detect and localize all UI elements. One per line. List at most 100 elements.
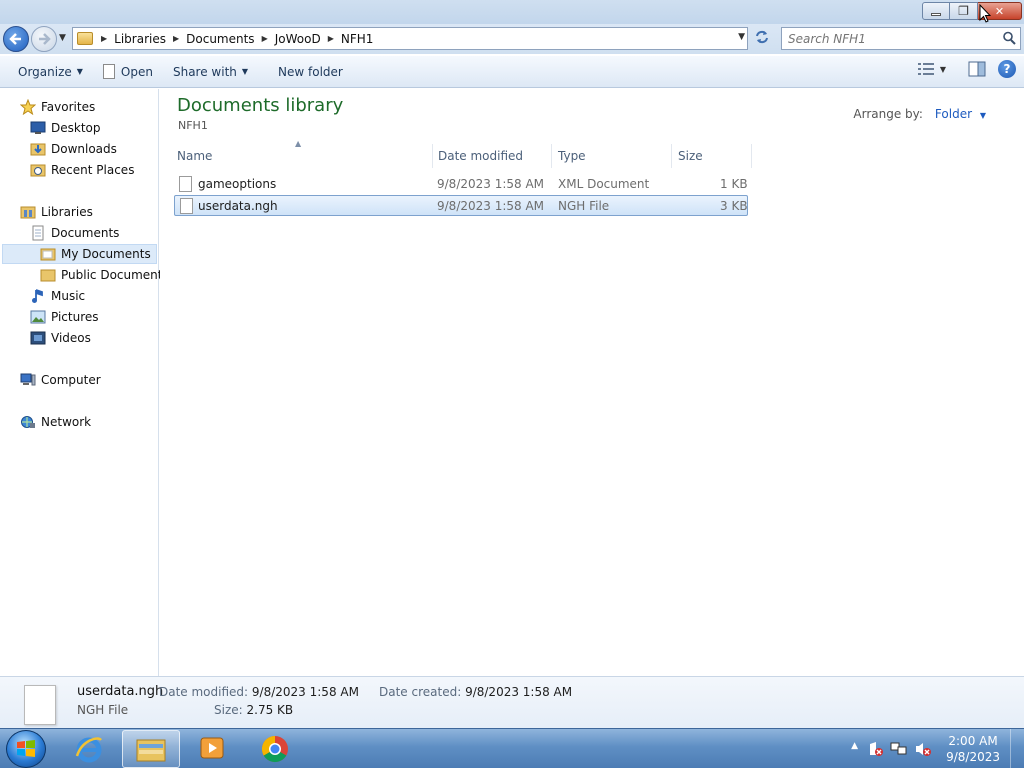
folder-icon — [77, 32, 93, 45]
chevron-down-icon[interactable]: ▼ — [738, 32, 745, 42]
file-date: 9/8/2023 1:58 AM — [437, 199, 545, 213]
breadcrumb-documents[interactable]: Documents — [186, 32, 254, 46]
taskbar-media-player[interactable] — [184, 730, 242, 768]
share-with-button[interactable]: Share with ▼ — [163, 60, 258, 84]
file-type: XML Document — [558, 177, 650, 191]
nav-my-documents[interactable]: My Documents — [2, 244, 157, 264]
nav-recent-places[interactable]: Recent Places — [30, 160, 134, 180]
close-icon: ✕ — [994, 4, 1005, 18]
column-header-size[interactable]: Size — [672, 144, 752, 168]
nav-documents[interactable]: Documents — [30, 223, 119, 243]
nav-videos[interactable]: Videos — [30, 328, 91, 348]
breadcrumb-nfh1[interactable]: NFH1 — [341, 32, 374, 46]
clock[interactable]: 2:00 AM 9/8/2023 — [946, 733, 1000, 765]
search-input[interactable] — [788, 28, 998, 49]
search-box[interactable] — [781, 27, 1021, 50]
file-row-selected[interactable]: userdata.ngh 9/8/2023 1:58 AM NGH File 3… — [174, 195, 748, 216]
nav-label: Public Documents — [61, 268, 169, 282]
taskbar-internet-explorer[interactable] — [60, 730, 118, 768]
show-hidden-icons-icon[interactable]: ▲ — [851, 741, 858, 751]
file-size: 1 KB — [720, 177, 748, 191]
action-center-icon[interactable] — [868, 741, 884, 757]
details-size: Size: 2.75 KB — [214, 703, 293, 717]
nav-desktop[interactable]: Desktop — [30, 118, 101, 138]
details-label: Date modified: — [159, 685, 249, 699]
minimize-button[interactable] — [922, 2, 950, 20]
breadcrumb-libraries[interactable]: Libraries — [114, 32, 166, 46]
refresh-button[interactable] — [751, 29, 773, 49]
minimize-icon — [931, 12, 941, 16]
clock-time: 2:00 AM — [948, 734, 998, 748]
column-header-label: Name — [177, 149, 213, 163]
arrange-by-dropdown[interactable]: Folder ▼ — [935, 107, 986, 121]
title-bar: ❐ ✕ — [0, 0, 1024, 24]
column-header-date-modified[interactable]: Date modified — [432, 144, 552, 168]
computer-icon — [20, 372, 36, 388]
change-view-button[interactable]: ▼ — [917, 63, 946, 75]
nav-label: Pictures — [51, 310, 99, 324]
network-tray-icon[interactable] — [890, 741, 908, 757]
open-button[interactable]: Open — [93, 60, 163, 84]
nav-favorites[interactable]: Favorites — [20, 97, 95, 117]
recent-pages-dropdown[interactable]: ▼ — [59, 33, 69, 45]
file-thumbnail-icon — [24, 685, 56, 725]
volume-muted-icon[interactable] — [914, 741, 932, 757]
start-button[interactable] — [6, 730, 46, 768]
taskbar-windows-explorer[interactable] — [122, 730, 180, 768]
nav-label: Music — [51, 289, 86, 303]
restore-button[interactable]: ❐ — [950, 2, 978, 20]
back-button[interactable] — [3, 26, 29, 52]
nav-music[interactable]: Music — [30, 286, 85, 306]
nav-public-documents[interactable]: Public Documents — [40, 265, 169, 285]
nav-network[interactable]: Network — [20, 412, 91, 432]
search-icon[interactable] — [1002, 31, 1016, 45]
back-arrow-icon — [9, 33, 21, 45]
folder-icon — [40, 246, 56, 262]
nav-label: Favorites — [41, 100, 96, 114]
forward-button[interactable] — [31, 26, 57, 52]
chevron-right-icon[interactable]: ▶ — [173, 34, 179, 43]
xml-file-icon — [179, 176, 192, 192]
chevron-down-icon: ▼ — [979, 111, 986, 120]
help-icon[interactable]: ? — [998, 60, 1016, 78]
nav-pictures[interactable]: Pictures — [30, 307, 99, 327]
chevron-down-icon: ▼ — [939, 64, 946, 74]
details-date-created: Date created: 9/8/2023 1:58 AM — [379, 685, 572, 699]
details-date-modified: Date modified: 9/8/2023 1:58 AM — [159, 685, 359, 699]
taskbar-chrome[interactable] — [246, 730, 304, 768]
preview-pane-icon[interactable] — [968, 61, 986, 77]
nav-libraries[interactable]: Libraries — [20, 202, 93, 222]
view-controls: ▼ ? — [917, 60, 1016, 78]
arrange-by-value: Folder — [934, 107, 973, 121]
nav-label: Desktop — [51, 121, 101, 135]
details-file-name: userdata.ngh — [77, 684, 164, 699]
arrange-by-label: Arrange by: — [853, 107, 923, 121]
taskbar: ▲ 2:00 AM 9/8/2023 — [0, 728, 1024, 768]
details-view-icon — [917, 63, 934, 75]
nav-label: Documents — [51, 226, 120, 240]
command-bar: Organize ▼ Open Share with ▼ New folder … — [0, 56, 1024, 88]
chevron-right-icon: ▶ — [101, 34, 108, 43]
chevron-right-icon[interactable]: ▶ — [328, 34, 334, 43]
file-row[interactable]: gameoptions 9/8/2023 1:58 AM XML Documen… — [174, 174, 748, 195]
address-bar[interactable]: ▶ Libraries ▶ Documents ▶ JoWooD ▶ NFH1 … — [72, 27, 748, 50]
chevron-right-icon[interactable]: ▶ — [262, 34, 268, 43]
new-folder-button[interactable]: New folder — [268, 60, 353, 84]
column-header-label: Type — [558, 149, 586, 163]
open-label: Open — [120, 64, 153, 79]
column-header-name[interactable]: Name — [171, 144, 433, 168]
nav-label: Network — [41, 415, 92, 429]
details-value: 9/8/2023 1:58 AM — [251, 685, 359, 699]
file-type: NGH File — [558, 199, 610, 213]
media-player-icon — [200, 737, 224, 759]
nav-computer[interactable]: Computer — [20, 370, 101, 390]
nav-downloads[interactable]: Downloads — [30, 139, 117, 159]
breadcrumb-jowood[interactable]: JoWooD — [275, 32, 321, 46]
mouse-cursor-icon — [979, 4, 991, 23]
details-pane: userdata.ngh NGH File Date modified: 9/8… — [0, 676, 1024, 728]
column-header-type[interactable]: Type — [552, 144, 672, 168]
organize-button[interactable]: Organize ▼ — [8, 60, 93, 84]
file-size: 3 KB — [720, 199, 748, 213]
music-icon — [30, 288, 46, 304]
show-desktop-button[interactable] — [1010, 729, 1024, 768]
